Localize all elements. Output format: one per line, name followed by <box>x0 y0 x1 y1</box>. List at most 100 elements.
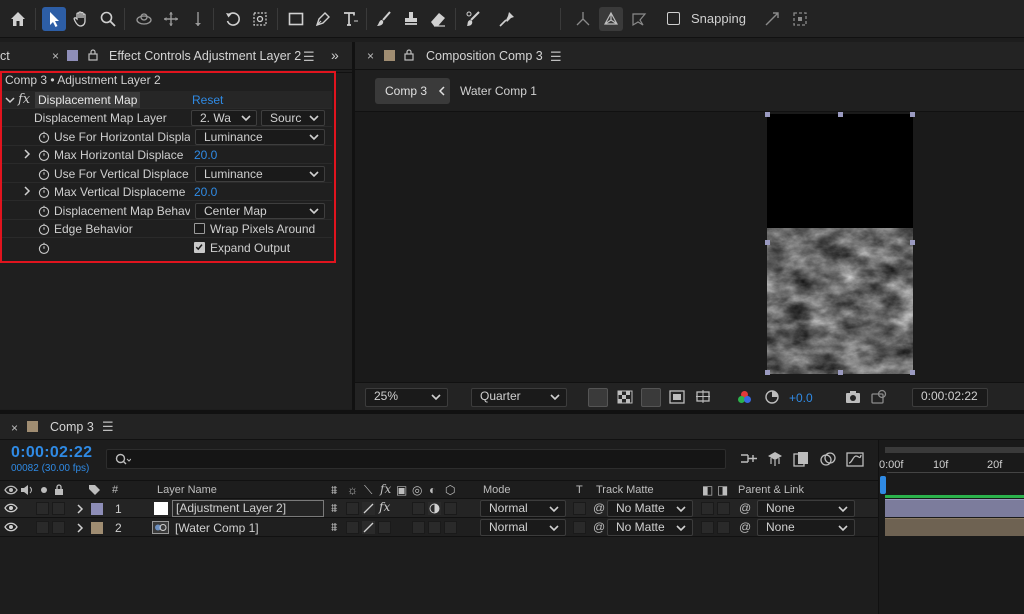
3d-switch[interactable] <box>444 521 457 534</box>
lock-toggle[interactable] <box>52 521 65 534</box>
motion-blur-switch[interactable] <box>412 502 425 515</box>
panel-menu-icon[interactable]: ☰ <box>303 49 315 65</box>
rotation-tool-icon[interactable] <box>221 7 245 31</box>
parent-pickwhip-icon[interactable]: @ <box>739 501 751 515</box>
lock-icon[interactable] <box>404 49 414 61</box>
mask-visibility-icon[interactable] <box>641 388 661 407</box>
chevron-right-icon[interactable] <box>76 523 84 533</box>
comp-flow-next[interactable]: Water Comp 1 <box>460 84 537 98</box>
local-axis-mode-icon[interactable] <box>571 7 595 31</box>
roto-brush-tool-icon[interactable] <box>462 7 486 31</box>
matte-pickwhip-icon[interactable]: @ <box>593 501 605 515</box>
rectangle-tool-icon[interactable] <box>284 7 308 31</box>
adjustment-switch-icon[interactable] <box>428 502 441 515</box>
matte-alpha-toggle[interactable] <box>701 521 714 534</box>
eraser-tool-icon[interactable] <box>426 7 450 31</box>
audio-speaker-icon[interactable] <box>20 484 34 496</box>
home-icon[interactable] <box>6 7 30 31</box>
solo-toggle[interactable] <box>36 521 49 534</box>
video-eye-icon[interactable] <box>4 485 18 495</box>
clone-stamp-tool-icon[interactable] <box>399 7 423 31</box>
panel-menu-icon[interactable]: ☰ <box>550 49 562 65</box>
parent-dropdown[interactable]: None <box>757 500 855 517</box>
matte-alpha-toggle[interactable] <box>701 502 714 515</box>
collapse-switch[interactable] <box>346 521 359 534</box>
layer-bar-1[interactable] <box>885 499 1024 517</box>
zoom-tool-icon[interactable] <box>96 7 120 31</box>
effects-switch[interactable] <box>378 521 391 534</box>
parent-dropdown[interactable]: None <box>757 519 855 536</box>
layer-label-color[interactable] <box>91 522 103 534</box>
adjustment-switch[interactable] <box>428 521 441 534</box>
graph-editor-icon[interactable] <box>846 451 864 467</box>
color-channels-icon[interactable] <box>737 390 752 405</box>
camera-snapshot-icon[interactable] <box>845 390 861 404</box>
lock-toggle[interactable] <box>52 502 65 515</box>
3d-switch[interactable] <box>444 502 457 515</box>
chevron-right-icon[interactable] <box>76 504 84 514</box>
snap-edges-icon[interactable] <box>760 7 784 31</box>
viewer-timecode[interactable]: 0:00:02:22 <box>912 388 988 407</box>
snapping-checkbox[interactable] <box>667 12 680 25</box>
close-tab-icon[interactable]: × <box>367 49 374 63</box>
eye-icon[interactable] <box>4 503 18 513</box>
eye-icon[interactable] <box>4 522 18 532</box>
orbit-camera-icon[interactable] <box>132 7 156 31</box>
timeline-current-time[interactable]: 0:00:02:22 <box>11 444 92 462</box>
shy-switch-icon[interactable]: ⩩ <box>331 520 337 535</box>
world-axis-mode-icon[interactable] <box>599 7 623 31</box>
layer-name[interactable]: [Adjustment Layer 2] <box>172 500 324 517</box>
pan-camera-icon[interactable] <box>159 7 183 31</box>
type-tool-icon[interactable] <box>338 7 362 31</box>
project-tab-stub[interactable]: ct <box>0 49 10 63</box>
solo-icon[interactable] <box>41 487 47 493</box>
show-snapshot-icon[interactable] <box>871 389 887 405</box>
motion-blur-icon[interactable] <box>820 451 836 467</box>
collapse-switch[interactable] <box>346 502 359 515</box>
pen-tool-icon[interactable] <box>311 7 335 31</box>
fast-previews-icon[interactable] <box>588 388 608 407</box>
anchor-point-tool-icon[interactable] <box>248 7 272 31</box>
effects-switch-icon[interactable]: fx <box>379 500 390 514</box>
preserve-transparency-toggle[interactable] <box>573 521 586 534</box>
grid-guides-icon[interactable] <box>695 389 711 405</box>
layer-mode-dropdown[interactable]: Normal <box>480 500 566 517</box>
quality-switch-icon[interactable] <box>362 521 375 534</box>
layer-bar-2[interactable] <box>885 518 1024 536</box>
layer-row-1[interactable]: 1 [Adjustment Layer 2] ⩩ fx Normal @ No … <box>0 499 880 518</box>
preserve-transparency-toggle[interactable] <box>573 502 586 515</box>
dolly-camera-icon[interactable] <box>186 7 210 31</box>
region-of-interest-icon[interactable] <box>669 390 685 404</box>
exposure-value[interactable]: +0.0 <box>789 391 813 405</box>
layer-search-input[interactable] <box>106 449 726 469</box>
layer-row-2[interactable]: 2 [Water Comp 1] ⩩ Normal @ No Matte @ N… <box>0 518 880 537</box>
parent-pickwhip-icon[interactable]: @ <box>739 520 751 534</box>
selection-tool-icon[interactable] <box>42 7 66 31</box>
col-layer-name[interactable]: Layer Name <box>157 484 217 496</box>
timeline-tab-title[interactable]: Comp 3 <box>50 420 94 434</box>
draft-3d-icon[interactable] <box>767 451 783 467</box>
matte-pickwhip-icon[interactable]: @ <box>593 520 605 534</box>
matte-invert-toggle[interactable] <box>717 521 730 534</box>
current-time-indicator[interactable] <box>880 476 886 494</box>
shy-switch-icon[interactable]: ⩩ <box>331 501 337 516</box>
lock-icon[interactable] <box>88 49 98 61</box>
close-tab-icon[interactable]: × <box>52 49 59 63</box>
brush-tool-icon[interactable] <box>372 7 396 31</box>
matte-invert-toggle[interactable] <box>717 502 730 515</box>
work-area-bar[interactable] <box>885 495 1024 498</box>
composition-tab-title[interactable]: Composition Comp 3 <box>426 49 543 63</box>
snap-features-icon[interactable] <box>788 7 812 31</box>
composition-viewer[interactable] <box>355 112 1024 382</box>
frame-blending-icon[interactable] <box>793 451 809 467</box>
hand-tool-icon[interactable] <box>69 7 93 31</box>
reset-exposure-icon[interactable] <box>764 389 780 405</box>
quality-switch-icon[interactable] <box>362 502 375 515</box>
comp-flow-current[interactable]: Comp 3 <box>375 78 450 104</box>
zoom-dropdown[interactable]: 25% <box>365 388 448 407</box>
puppet-pin-tool-icon[interactable] <box>495 7 519 31</box>
layer-name[interactable]: [Water Comp 1] <box>175 521 259 535</box>
transparency-grid-icon[interactable] <box>617 390 633 404</box>
panel-overflow-icon[interactable]: » <box>331 47 339 63</box>
track-matte-dropdown[interactable]: No Matte <box>607 500 693 517</box>
